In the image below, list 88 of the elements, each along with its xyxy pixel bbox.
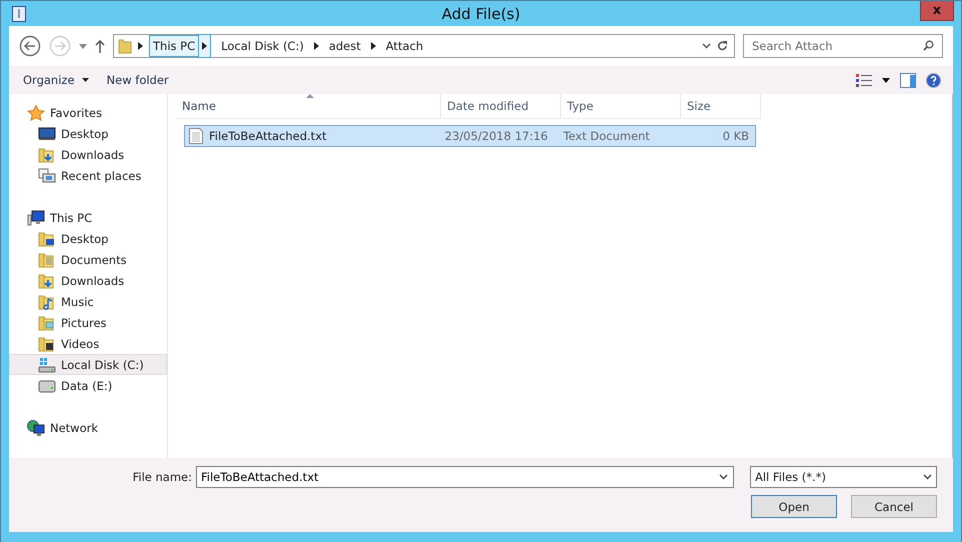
sidebar-item[interactable]: Downloads	[9, 270, 167, 291]
search-icon	[923, 40, 934, 51]
sidebar-item[interactable]: Downloads	[9, 144, 167, 165]
app-icon	[12, 6, 26, 22]
breadcrumb-item[interactable]: Local Disk (C:)	[217, 35, 308, 57]
star-icon	[27, 104, 45, 120]
chevron-down-icon	[923, 474, 932, 480]
sidebar-label: Desktop	[61, 232, 108, 246]
breadcrumb-item[interactable]: This PC	[149, 35, 200, 57]
file-name-label: File name:	[132, 470, 192, 484]
up-arrow-icon[interactable]	[95, 40, 105, 52]
sidebar-label: Downloads	[61, 148, 124, 162]
dropdown-icon[interactable]	[79, 44, 87, 48]
folder-icon	[118, 38, 132, 54]
sidebar-item[interactable]: Local Disk (C:)	[9, 354, 167, 375]
drive-icon	[38, 356, 56, 372]
file-row[interactable]: FileToBeAttached.txt 23/05/2018 17:16 Text Document 0 KB	[184, 125, 756, 147]
address-bar[interactable]: This PC Local Disk (C:) adest Attach	[113, 34, 735, 58]
chevron-down-icon[interactable]	[702, 43, 711, 49]
file-type-value: All Files (*.*)	[755, 470, 826, 484]
caret-icon[interactable]	[82, 78, 89, 82]
network-icon	[27, 420, 45, 436]
chevron-icon[interactable]	[198, 34, 212, 58]
refresh-icon[interactable]	[717, 40, 728, 52]
chevron-icon[interactable]	[314, 42, 319, 50]
sidebar-item[interactable]: Music	[9, 291, 167, 312]
sidebar-label: Pictures	[61, 316, 107, 330]
folder-icon	[38, 336, 56, 352]
file-type-dropdown[interactable]: All Files (*.*)	[750, 466, 937, 488]
sidebar-item[interactable]: Data (E:)	[9, 375, 167, 396]
folder-icon	[38, 252, 56, 268]
file-name-field[interactable]: FileToBeAttached.txt	[196, 466, 734, 488]
sidebar-label: Network	[50, 420, 98, 434]
folder-icon	[38, 146, 56, 162]
caret-icon[interactable]	[882, 78, 890, 82]
sidebar-label: Local Disk (C:)	[61, 358, 144, 372]
breadcrumb-item[interactable]: Attach	[382, 35, 428, 57]
sidebar-label: Downloads	[61, 274, 124, 288]
preview-pane-icon[interactable]	[900, 72, 916, 88]
sidebar-label: Documents	[61, 252, 127, 266]
sort-arrow-icon	[306, 94, 314, 98]
new-folder-button[interactable]: New folder	[106, 73, 169, 87]
chevron-down-icon[interactable]	[719, 474, 728, 480]
cancel-button[interactable]: Cancel	[851, 495, 937, 518]
size-cell-text: 0 KB	[722, 129, 750, 143]
drive-icon	[38, 378, 56, 394]
search-field[interactable]: Search Attach	[743, 34, 943, 58]
sidebar-label: This PC	[50, 210, 92, 224]
sidebar-item[interactable]: Pictures	[9, 312, 167, 333]
sidebar-item[interactable]: Documents	[9, 249, 167, 270]
back-icon[interactable]	[19, 35, 41, 57]
sidebar-label: Videos	[61, 336, 100, 350]
sidebar-item[interactable]: Desktop	[9, 228, 167, 249]
column-header[interactable]: Size	[681, 94, 761, 118]
computer-icon	[27, 210, 45, 226]
sidebar-label: Recent places	[61, 168, 142, 182]
open-button[interactable]: Open	[751, 495, 837, 518]
file-name: FileToBeAttached.txt	[209, 129, 327, 143]
folder-icon	[38, 314, 56, 330]
recent-places-icon	[38, 168, 56, 184]
monitor-icon	[38, 126, 56, 142]
window-title: Add File(s)	[442, 4, 520, 22]
sidebar-label: Music	[61, 294, 94, 308]
sidebar-label: Favorites	[50, 106, 102, 120]
help-icon[interactable]	[926, 72, 941, 88]
organize-button[interactable]: Organize	[23, 73, 75, 87]
sidebar-item[interactable]: Recent places	[9, 165, 167, 186]
folder-icon	[38, 294, 56, 310]
sidebar-item[interactable]: Desktop	[9, 123, 167, 144]
folder-icon	[38, 230, 56, 246]
sidebar-label: Data (E:)	[61, 378, 112, 392]
close-button[interactable]: x	[920, 1, 954, 21]
type-cell-text: Text Document	[562, 129, 651, 143]
sidebar-item[interactable]: Videos	[9, 333, 167, 354]
folder-icon	[38, 272, 56, 288]
column-header[interactable]: Date modified	[441, 94, 561, 118]
column-header[interactable]: Name	[176, 94, 441, 118]
column-header[interactable]: Type	[561, 94, 681, 118]
sidebar-item[interactable]: Network	[9, 417, 167, 438]
view-options-icon[interactable]	[856, 73, 872, 87]
breadcrumb-item[interactable]: adest	[324, 35, 365, 57]
chevron-icon	[138, 42, 143, 50]
chevron-icon[interactable]	[370, 42, 376, 50]
sidebar-item[interactable]: Favorites	[9, 102, 167, 123]
sidebar-label: Desktop	[61, 126, 108, 140]
sidebar-item[interactable]: This PC	[9, 207, 167, 228]
date-cell-text: 23/05/2018 17:16	[444, 129, 549, 143]
text-file-icon	[189, 128, 203, 144]
